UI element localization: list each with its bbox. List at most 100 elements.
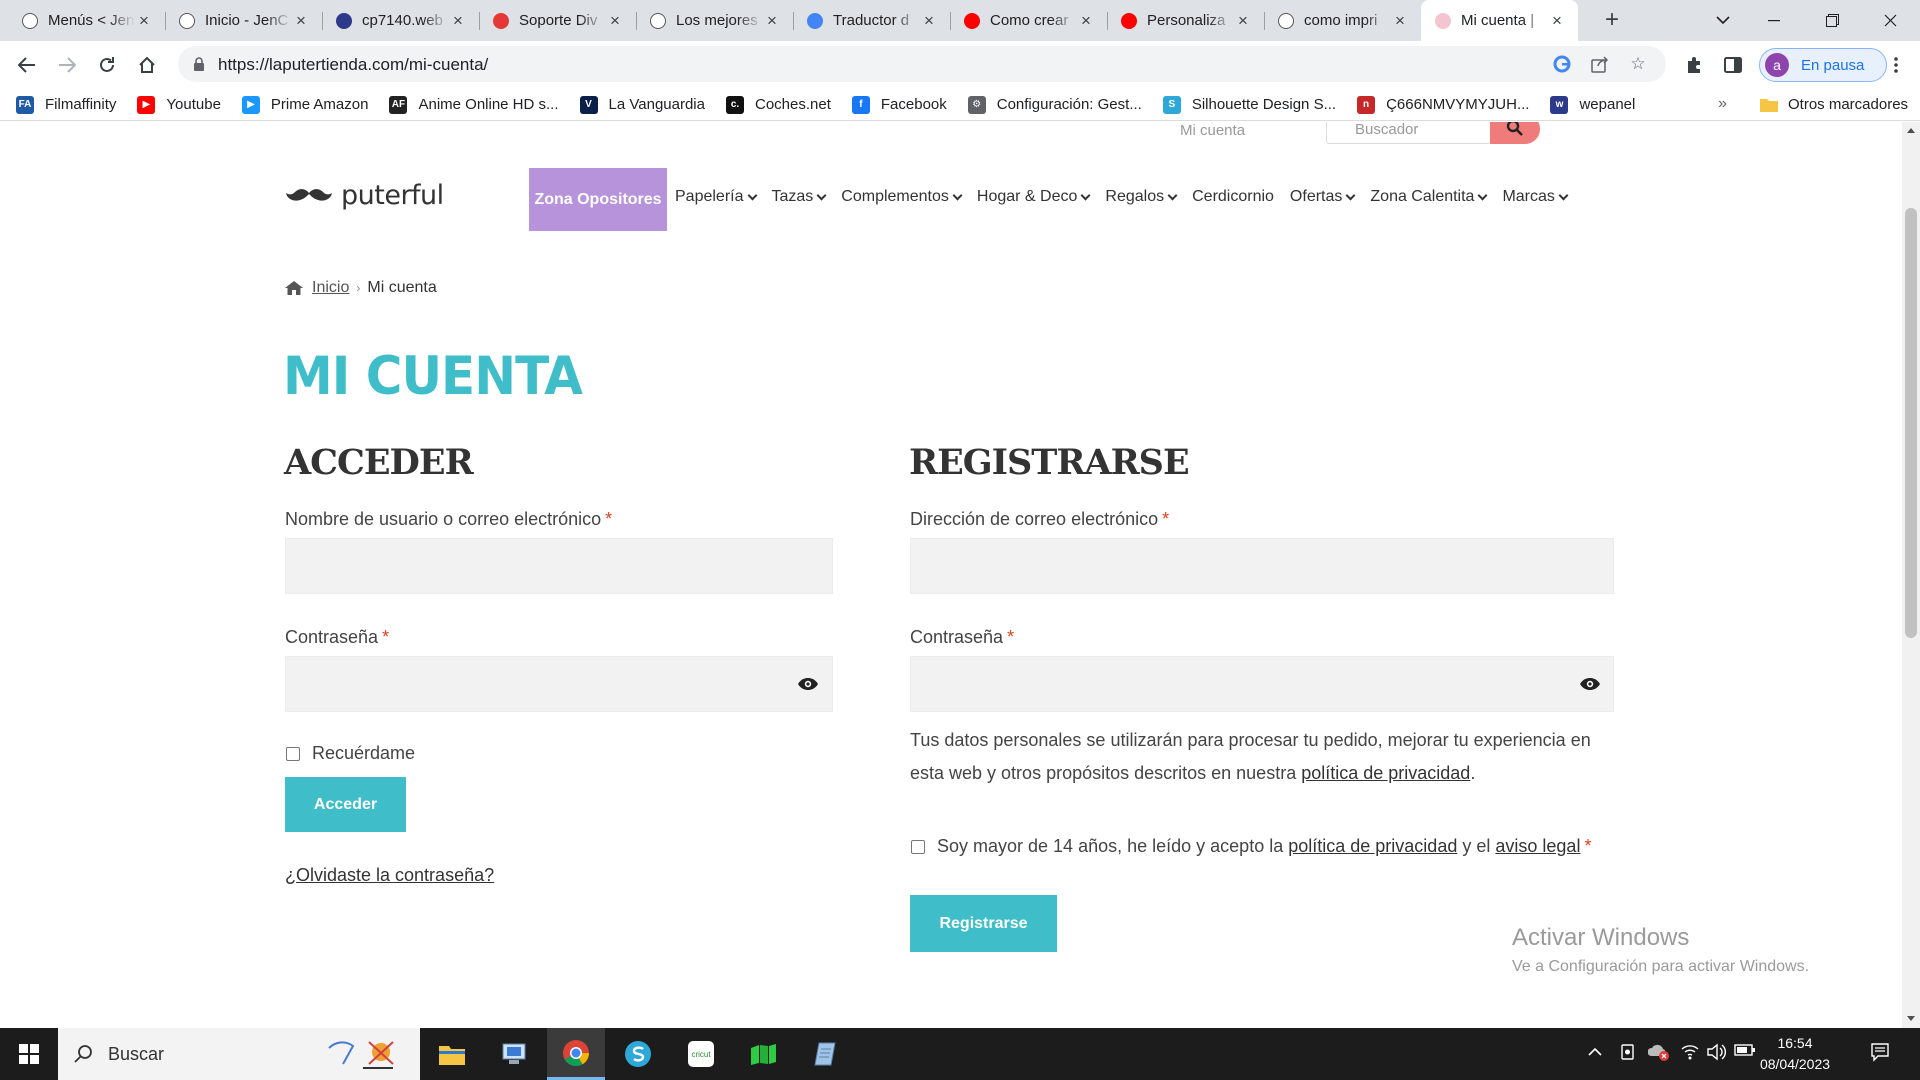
privacy-policy-link[interactable]: política de privacidad	[1301, 763, 1470, 783]
search-input[interactable]: Buscador	[1326, 122, 1491, 144]
search-button[interactable]	[1490, 122, 1540, 144]
home-icon[interactable]	[133, 51, 161, 79]
wifi-icon[interactable]	[1680, 1043, 1700, 1065]
scroll-up-arrow-icon[interactable]	[1907, 128, 1915, 133]
close-tab-icon[interactable]: ×	[292, 11, 310, 30]
browser-tab[interactable]: Como crear ×	[950, 0, 1107, 41]
volume-icon[interactable]	[1706, 1043, 1726, 1065]
notepad-icon[interactable]	[796, 1028, 854, 1080]
page-scrollbar[interactable]	[1902, 122, 1920, 1028]
close-tab-icon[interactable]: ×	[1077, 11, 1095, 30]
bookmark-item[interactable]: w wepanel	[1550, 95, 1635, 114]
forgot-password-link[interactable]: ¿Olvidaste la contraseña?	[285, 865, 494, 886]
register-password-input[interactable]	[910, 656, 1614, 712]
share-icon[interactable]	[1590, 54, 1610, 74]
browser-tab[interactable]: cp7140.web ×	[322, 0, 479, 41]
minimize-button[interactable]	[1745, 0, 1803, 41]
spreadsheet-app-icon[interactable]	[734, 1028, 792, 1080]
browser-tab[interactable]: Personaliza ×	[1107, 0, 1264, 41]
bookmark-item[interactable]: n Ç666NMVYMYJUH...	[1357, 95, 1529, 114]
back-arrow-icon[interactable]	[13, 51, 41, 79]
menu-item[interactable]: Complementos	[841, 188, 963, 206]
chrome-menu-icon[interactable]	[1886, 51, 1906, 79]
file-explorer-icon[interactable]	[423, 1028, 481, 1080]
login-button[interactable]: Acceder	[285, 777, 406, 832]
lock-icon[interactable]	[192, 57, 206, 71]
register-button[interactable]: Registrarse	[910, 895, 1057, 952]
menu-item[interactable]: Ofertas	[1290, 188, 1356, 206]
bookmark-item[interactable]: V La Vanguardia	[579, 95, 705, 114]
menu-item[interactable]: Cerdicornio	[1192, 188, 1274, 206]
close-tab-icon[interactable]: ×	[920, 11, 938, 30]
show-hidden-icons-chevron-icon[interactable]	[1588, 1043, 1602, 1060]
start-button[interactable]	[0, 1028, 58, 1080]
meet-now-icon[interactable]	[1620, 1043, 1636, 1065]
username-input[interactable]	[285, 538, 833, 594]
menu-item-zona-opositores[interactable]: Zona Opositores	[529, 168, 667, 231]
show-password-eye-icon[interactable]	[797, 677, 819, 691]
profile-button[interactable]: a En pausa	[1759, 48, 1887, 82]
address-bar[interactable]: https://laputertienda.com/mi-cuenta/ ☆	[178, 46, 1666, 82]
scrollbar-thumb[interactable]	[1905, 208, 1917, 638]
show-register-password-eye-icon[interactable]	[1579, 677, 1601, 691]
browser-tab[interactable]: Mi cuenta | ×	[1421, 0, 1578, 41]
forward-arrow-icon[interactable]	[53, 51, 81, 79]
url-text[interactable]: https://laputertienda.com/mi-cuenta/	[218, 55, 488, 75]
bookmark-item[interactable]: c. Coches.net	[725, 95, 831, 114]
notifications-icon[interactable]	[1870, 1042, 1890, 1066]
restore-button[interactable]	[1803, 0, 1861, 41]
menu-item[interactable]: Regalos	[1105, 188, 1178, 206]
remember-me-label[interactable]: Recuérdame	[312, 743, 415, 764]
breadcrumb-home-link[interactable]: Inicio	[312, 279, 349, 297]
close-tab-icon[interactable]: ×	[1234, 11, 1252, 30]
new-tab-button[interactable]: +	[1600, 6, 1624, 33]
close-tab-icon[interactable]: ×	[135, 11, 153, 30]
more-bookmarks-icon[interactable]: »	[1718, 95, 1727, 113]
close-tab-icon[interactable]: ×	[606, 11, 624, 30]
google-translate-icon[interactable]	[1552, 54, 1572, 74]
browser-tab[interactable]: Menús < Jen ×	[8, 0, 165, 41]
close-window-button[interactable]	[1861, 0, 1919, 41]
extensions-puzzle-icon[interactable]	[1680, 51, 1708, 79]
bookmark-star-icon[interactable]: ☆	[1628, 54, 1648, 74]
bookmark-item[interactable]: AF Anime Online HD s...	[389, 95, 559, 114]
browser-tab[interactable]: Los mejores ×	[636, 0, 793, 41]
browser-tab[interactable]: Inicio - JenC ×	[165, 0, 322, 41]
silhouette-studio-icon[interactable]	[609, 1028, 667, 1080]
chrome-taskbar-icon[interactable]	[547, 1028, 605, 1080]
browser-tab[interactable]: como impri ×	[1264, 0, 1421, 41]
remember-me-checkbox[interactable]	[286, 747, 300, 761]
control-panel-icon[interactable]	[485, 1028, 543, 1080]
bookmark-item[interactable]: S Silhouette Design S...	[1162, 95, 1336, 114]
tab-search-chevron-icon[interactable]	[1694, 0, 1752, 41]
bookmark-item[interactable]: f Facebook	[851, 95, 947, 114]
menu-item[interactable]: Papelería	[675, 188, 757, 206]
onedrive-error-icon[interactable]	[1647, 1043, 1670, 1065]
menu-item[interactable]: Zona Calentita	[1370, 188, 1488, 206]
browser-tab[interactable]: Traductor d ×	[793, 0, 950, 41]
consent-privacy-link[interactable]: política de privacidad	[1288, 836, 1457, 856]
site-logo[interactable]: puterful	[285, 180, 444, 211]
password-input[interactable]	[285, 656, 833, 712]
close-tab-icon[interactable]: ×	[1391, 11, 1409, 30]
bookmark-item[interactable]: FA Filmaffinity	[16, 95, 116, 114]
menu-item[interactable]: Hogar & Deco	[977, 188, 1091, 206]
reload-icon[interactable]	[93, 51, 121, 79]
close-tab-icon[interactable]: ×	[449, 11, 467, 30]
bookmark-item[interactable]: ▶ Prime Amazon	[241, 95, 368, 114]
battery-icon[interactable]	[1734, 1043, 1756, 1061]
taskbar-clock[interactable]: 16:54 08/04/2023	[1755, 1033, 1835, 1075]
menu-item[interactable]: Tazas	[772, 188, 827, 206]
scroll-down-arrow-icon[interactable]	[1907, 1016, 1915, 1021]
close-tab-icon[interactable]: ×	[1548, 11, 1566, 30]
account-top-link[interactable]: Mi cuenta	[1180, 122, 1245, 139]
taskbar-search[interactable]: Buscar	[58, 1028, 420, 1080]
side-panel-icon[interactable]	[1719, 51, 1747, 79]
bookmark-item[interactable]: ⚙ Configuración: Gest...	[967, 95, 1142, 114]
close-tab-icon[interactable]: ×	[763, 11, 781, 30]
cricut-design-icon[interactable]: cricut	[672, 1028, 730, 1080]
email-input[interactable]	[910, 538, 1614, 594]
browser-tab[interactable]: Soporte Div ×	[479, 0, 636, 41]
consent-checkbox[interactable]	[911, 840, 925, 854]
bookmark-item[interactable]: ▶ Youtube	[137, 95, 221, 114]
